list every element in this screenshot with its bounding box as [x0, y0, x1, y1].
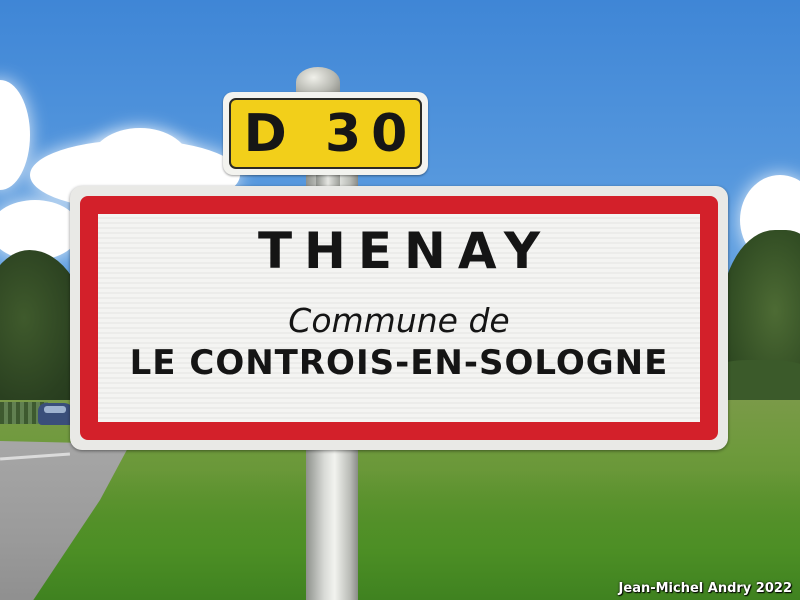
route-sign-panel: D 30 — [229, 98, 422, 169]
photo-scene: D 30 THENAY Commune de LE CONTROIS-EN-SO… — [0, 0, 800, 600]
town-name: THENAY — [257, 222, 553, 280]
photo-credit: Jean-Michel Andry 2022 — [618, 581, 792, 596]
car-window — [44, 406, 66, 413]
route-number-sign: D 30 — [223, 92, 428, 175]
town-entry-sign: THENAY Commune de LE CONTROIS-EN-SOLOGNE — [70, 186, 728, 450]
commune-label: Commune de — [288, 301, 510, 340]
route-number: D 30 — [243, 103, 418, 164]
commune-name: LE CONTROIS-EN-SOLOGNE — [129, 343, 669, 383]
